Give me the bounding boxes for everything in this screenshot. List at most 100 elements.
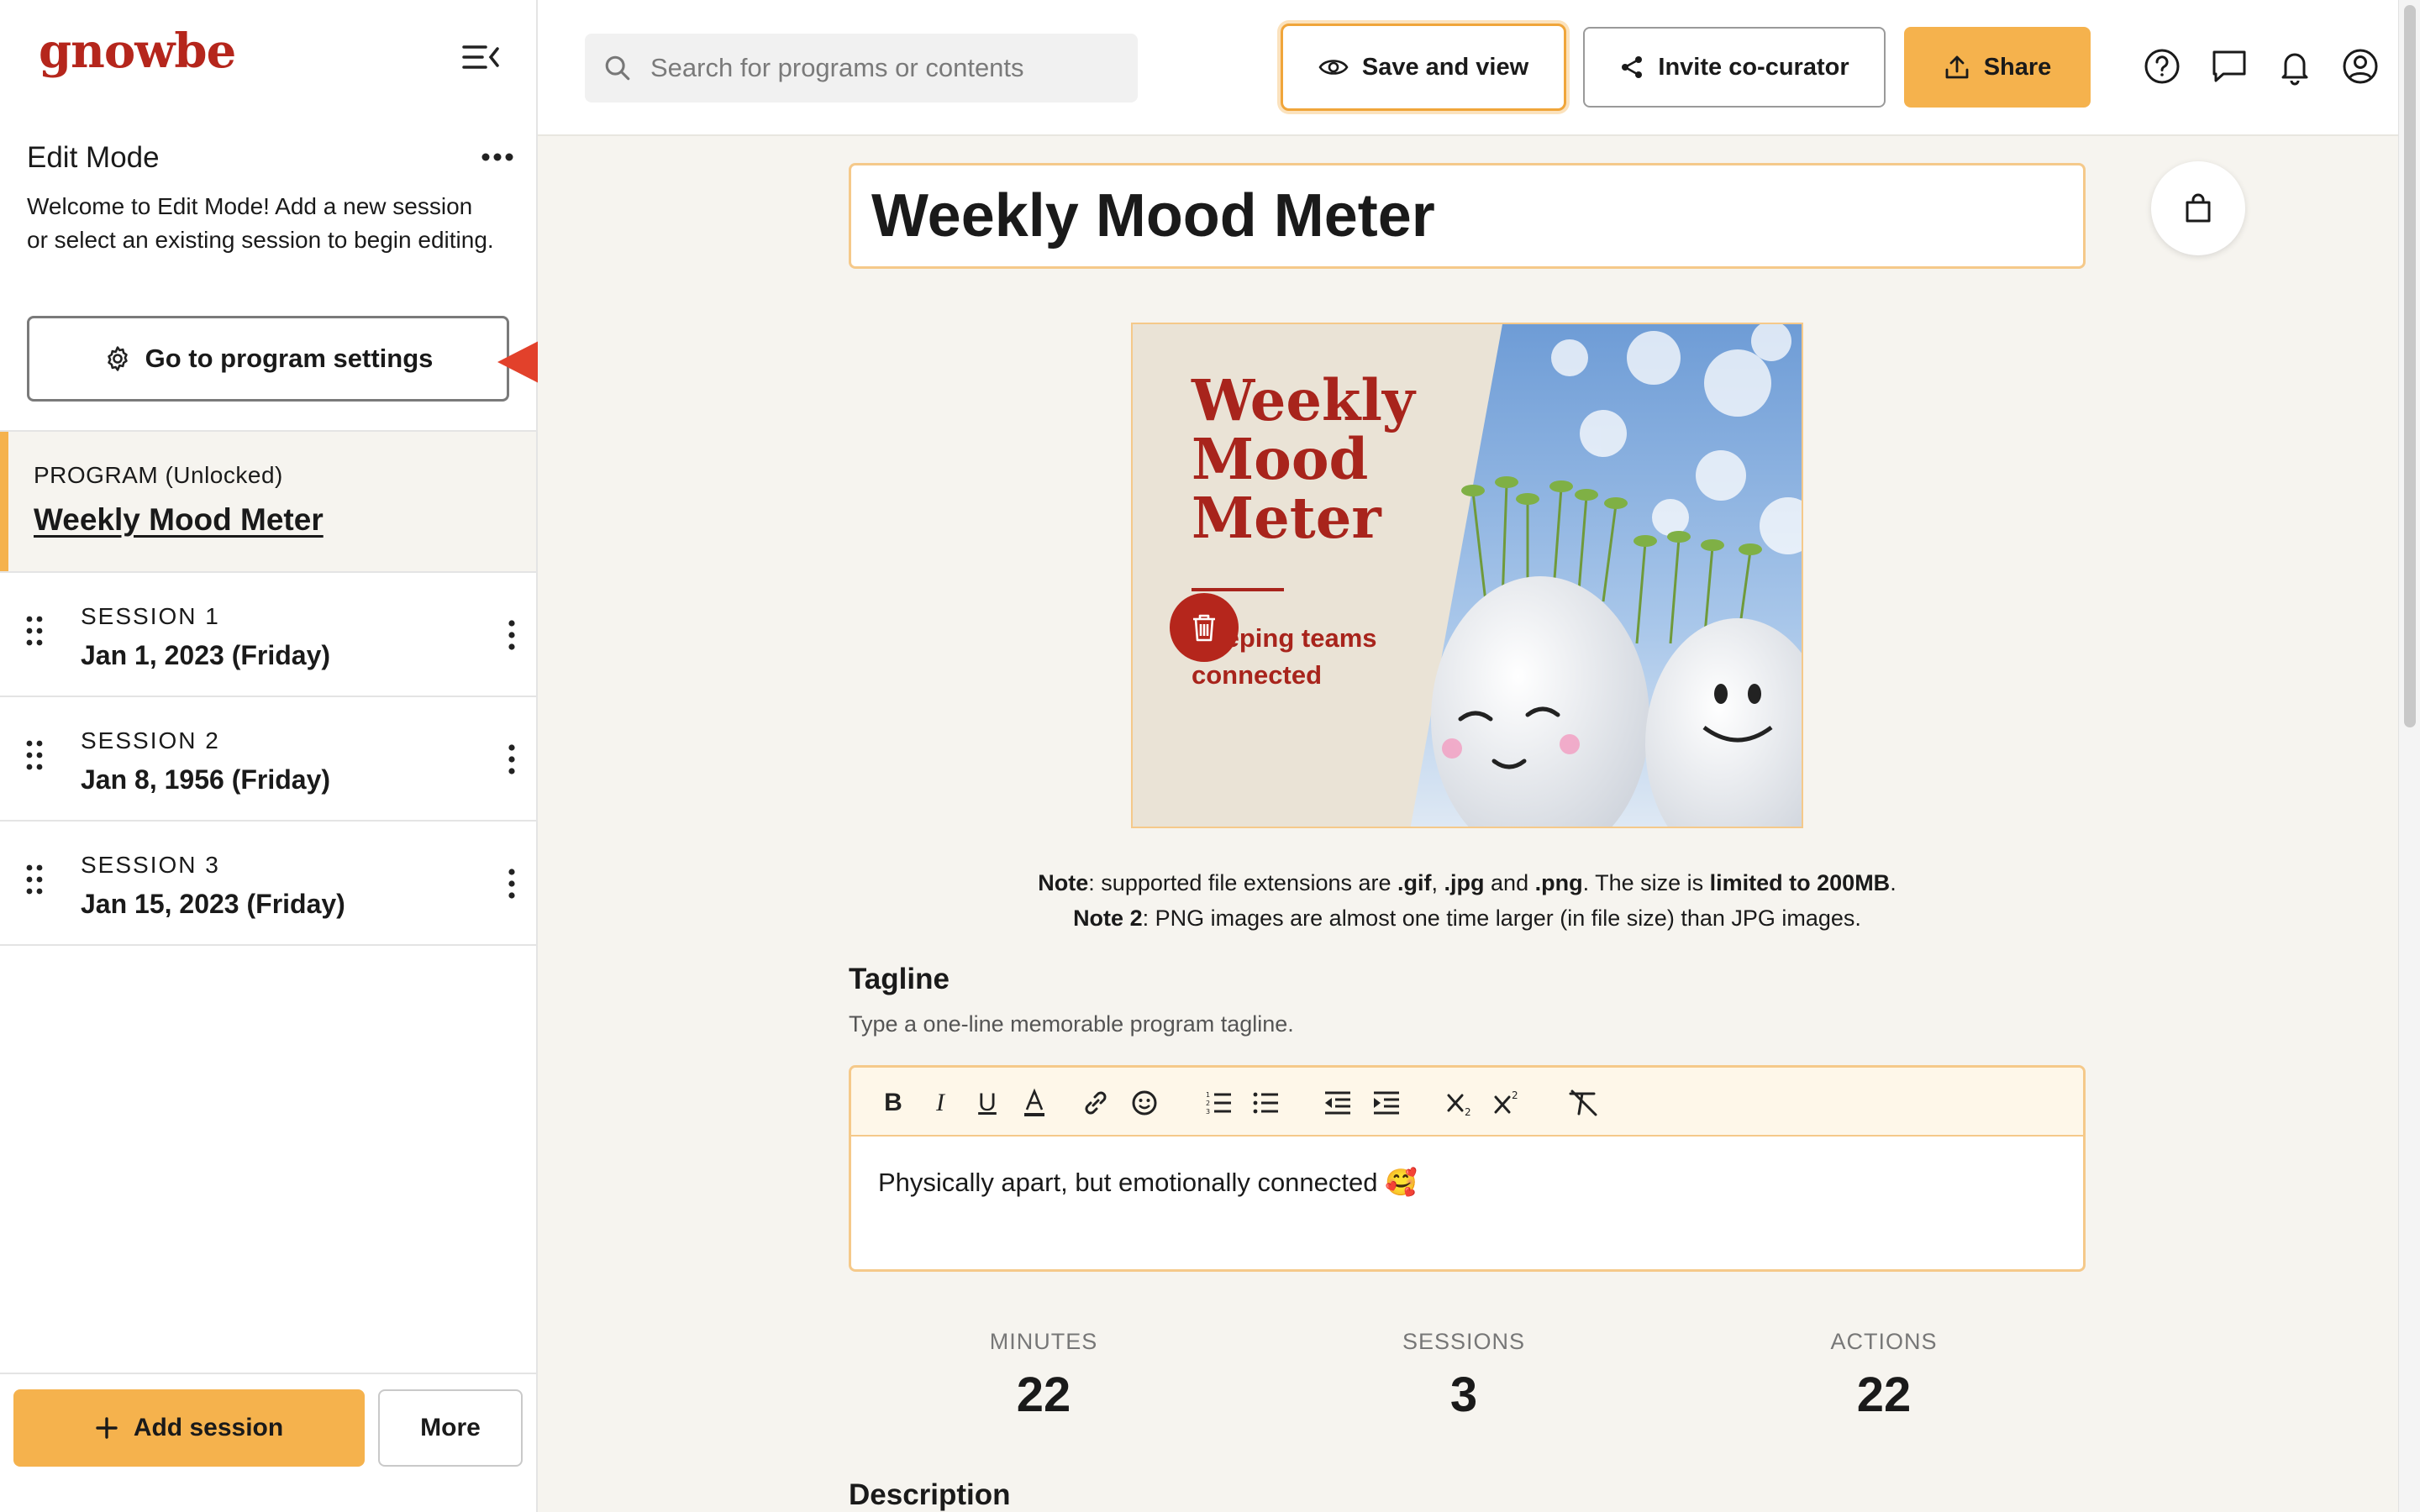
session-label: SESSION 1: [81, 603, 220, 629]
emoji-icon[interactable]: [1130, 1086, 1159, 1120]
svg-text:1: 1: [1206, 1091, 1210, 1099]
add-session-button[interactable]: Add session: [13, 1389, 365, 1467]
drag-handle-icon[interactable]: [25, 739, 44, 771]
drag-handle-icon[interactable]: [25, 864, 44, 895]
description-heading: Description: [849, 1478, 1011, 1511]
note-text: ,: [1431, 870, 1444, 895]
tagline-heading: Tagline: [849, 963, 950, 995]
save-and-view-button[interactable]: Save and view: [1281, 24, 1566, 111]
bell-icon[interactable]: [2275, 47, 2314, 86]
outdent-icon[interactable]: [1323, 1086, 1352, 1120]
cover-title-line: Meter: [1192, 485, 1381, 551]
tagline-hint: Type a one-line memorable program taglin…: [849, 1011, 1294, 1037]
session-menu-icon[interactable]: [501, 618, 523, 652]
note-text: and: [1484, 870, 1535, 895]
stat-actions: ACTIONS 22: [1775, 1329, 1993, 1423]
program-name-link[interactable]: Weekly Mood Meter: [34, 502, 324, 538]
text-color-icon[interactable]: [1021, 1086, 1048, 1120]
upload-icon: [1945, 55, 1969, 79]
share-label: Share: [1983, 53, 2052, 81]
more-options-icon[interactable]: [477, 143, 518, 171]
trash-icon: [1193, 614, 1215, 642]
gear-icon: [107, 346, 128, 371]
cover-title: Weekly Mood Meter: [1192, 371, 1415, 548]
clear-formatting-icon[interactable]: [1567, 1086, 1601, 1120]
svg-text:3: 3: [1206, 1108, 1210, 1116]
session-label: SESSION 2: [81, 727, 220, 753]
delete-cover-button[interactable]: [1170, 593, 1239, 662]
bold-icon[interactable]: B: [880, 1086, 907, 1120]
sidebar: gnowbe Edit Mode Welcome to Edit Mode! A…: [0, 0, 538, 1512]
edit-mode-title: Edit Mode: [27, 141, 160, 174]
program-title-field[interactable]: Weekly Mood Meter: [849, 163, 2086, 269]
stat-value: 3: [1449, 1368, 1478, 1422]
more-button[interactable]: More: [378, 1389, 523, 1467]
cover-image[interactable]: Weekly Mood Meter Keeping teams connecte…: [1131, 323, 1803, 828]
gnowbe-logo[interactable]: gnowbe: [39, 24, 236, 79]
note-line-2: Note 2: PNG images are almost one time l…: [849, 900, 2086, 936]
superscript-icon[interactable]: 2: [1493, 1086, 1523, 1120]
eye-icon: [1318, 60, 1349, 75]
session-item-3[interactable]: SESSION 3 Jan 15, 2023 (Friday): [0, 822, 536, 946]
stat-label: SESSIONS: [1402, 1329, 1526, 1354]
note-text: . The size is: [1582, 870, 1710, 895]
note-ext: .gif: [1397, 870, 1432, 895]
cover-divider: [1192, 588, 1284, 591]
svg-text:2: 2: [1512, 1089, 1518, 1101]
italic-icon[interactable]: I: [927, 1086, 954, 1120]
stat-label: ACTIONS: [1830, 1329, 1938, 1354]
collapse-sidebar-icon[interactable]: [460, 40, 501, 74]
session-date: Jan 1, 2023 (Friday): [81, 640, 331, 670]
link-icon[interactable]: [1081, 1086, 1110, 1120]
stat-value: 22: [1856, 1368, 1912, 1422]
subscript-icon[interactable]: 2: [1446, 1086, 1476, 1120]
sidebar-footer: Add session More: [0, 1373, 536, 1512]
note-line-1: Note: supported file extensions are .gif…: [849, 865, 2086, 900]
invite-label: Invite co-curator: [1658, 53, 1849, 81]
note-text: : supported file extensions are: [1088, 870, 1398, 895]
program-status-label: PROGRAM (Unlocked): [34, 462, 283, 488]
note-text: : PNG images are almost one time larger …: [1142, 906, 1861, 931]
shopping-bag-icon: [2186, 193, 2211, 223]
session-menu-icon[interactable]: [501, 867, 523, 900]
indent-icon[interactable]: [1372, 1086, 1401, 1120]
session-item-2[interactable]: SESSION 2 Jan 8, 1956 (Friday): [0, 697, 536, 822]
program-title-text: Weekly Mood Meter: [871, 182, 1435, 249]
session-label: SESSION 3: [81, 852, 220, 878]
program-settings-button[interactable]: Go to program settings: [27, 316, 509, 402]
note-ext: .jpg: [1444, 870, 1485, 895]
session-date: Jan 8, 1956 (Friday): [81, 764, 331, 795]
program-item[interactable]: PROGRAM (Unlocked) Weekly Mood Meter: [0, 430, 536, 573]
note-label: Note 2: [1073, 906, 1143, 931]
program-settings-label: Go to program settings: [145, 344, 434, 373]
ordered-list-icon[interactable]: 123: [1204, 1086, 1233, 1120]
add-session-label: Add session: [133, 1414, 284, 1441]
main-content: Weekly Mood Meter Weekly Mood Meter Keep…: [538, 136, 2398, 1512]
underline-icon[interactable]: U: [974, 1086, 1001, 1120]
share-nodes-icon: [1622, 56, 1643, 78]
search-bar[interactable]: [585, 34, 1138, 102]
top-bar: Save and view Invite co-curator Share: [538, 0, 2398, 136]
scrollbar-thumb[interactable]: [2404, 5, 2416, 727]
bullet-list-icon[interactable]: [1251, 1086, 1280, 1120]
chat-icon[interactable]: [2210, 47, 2249, 86]
session-date: Jan 15, 2023 (Friday): [81, 889, 345, 919]
cover-tagline-line: connected: [1192, 660, 1323, 690]
store-button[interactable]: [2151, 161, 2245, 255]
tagline-text[interactable]: Physically apart, but emotionally connec…: [878, 1167, 1418, 1198]
stat-value: 22: [1016, 1368, 1071, 1422]
help-icon[interactable]: [2143, 47, 2181, 86]
stat-label: MINUTES: [989, 1329, 1098, 1354]
tagline-editor[interactable]: B I U 123 2 2 Physically apart, but emot…: [849, 1065, 2086, 1272]
session-item-1[interactable]: SESSION 1 Jan 1, 2023 (Friday): [0, 573, 536, 697]
svg-text:2: 2: [1465, 1106, 1471, 1118]
plus-icon: [96, 1417, 118, 1439]
session-menu-icon[interactable]: [501, 743, 523, 776]
page-scrollbar[interactable]: [2398, 0, 2420, 1512]
drag-handle-icon[interactable]: [25, 615, 44, 647]
share-button[interactable]: Share: [1904, 27, 2091, 108]
account-icon[interactable]: [2341, 47, 2380, 86]
invite-co-curator-button[interactable]: Invite co-curator: [1583, 27, 1886, 108]
cover-title-line: Weekly: [1192, 367, 1415, 433]
search-input[interactable]: [650, 53, 1121, 83]
